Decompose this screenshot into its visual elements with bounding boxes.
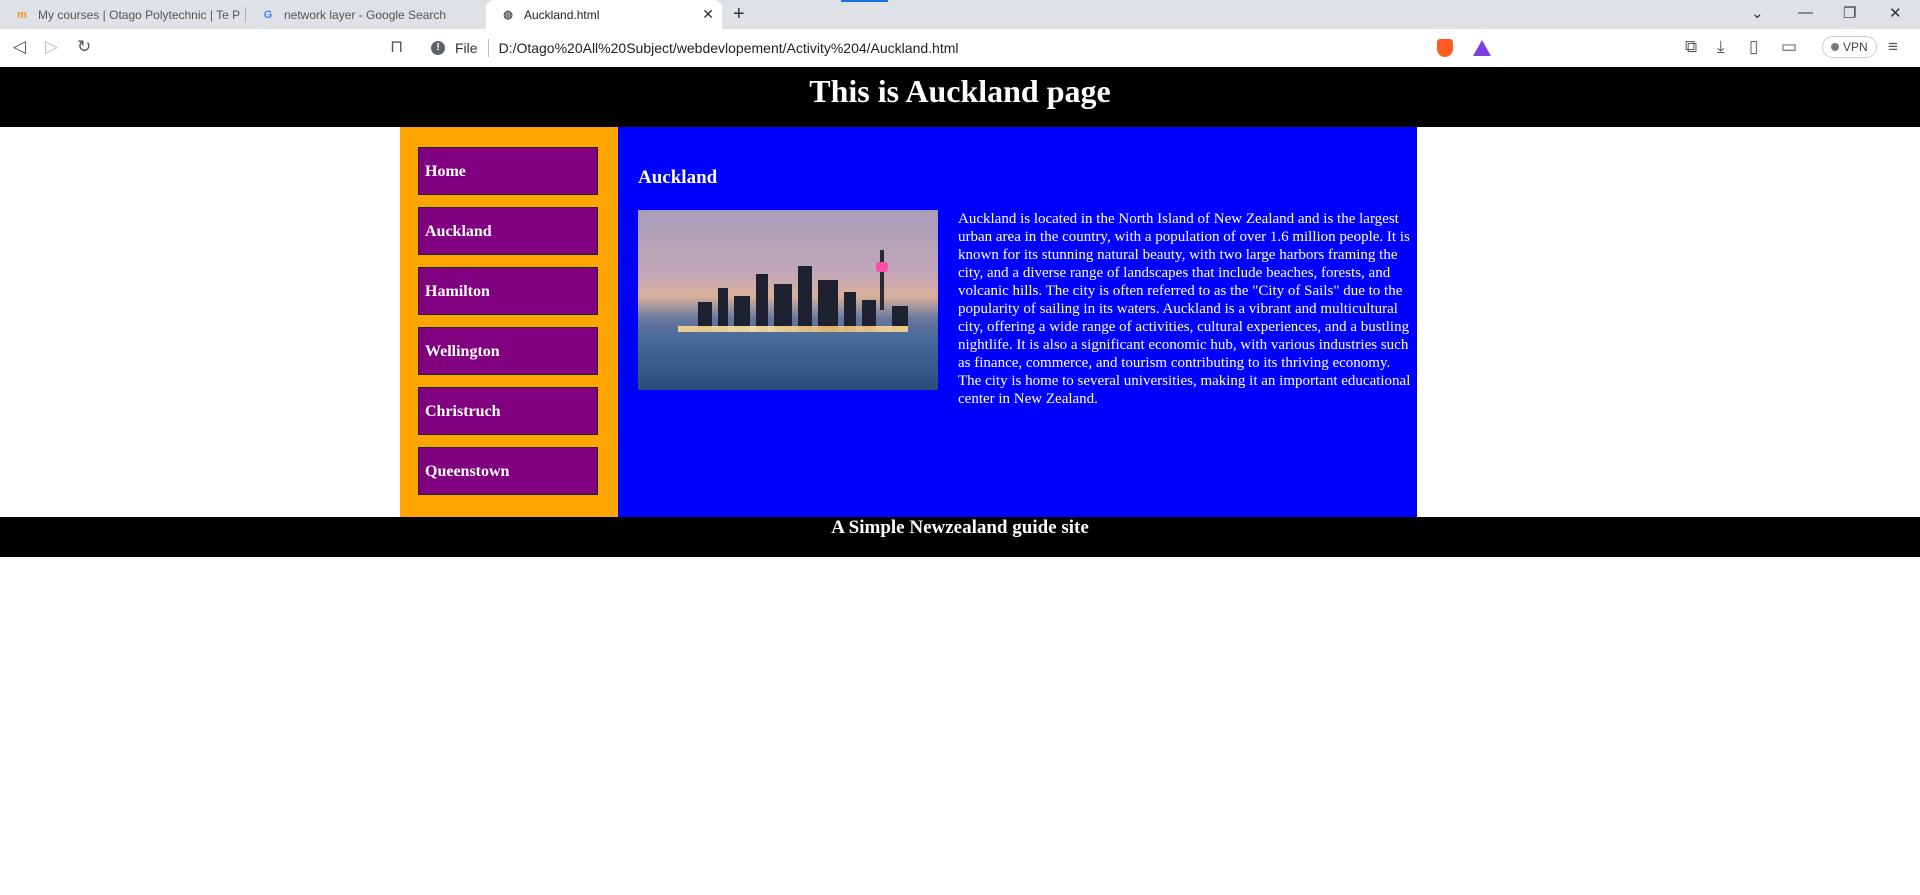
page-title: This is Auckland page xyxy=(809,73,1111,109)
close-window-icon[interactable]: ✕ xyxy=(1889,4,1902,22)
main-content: Auckland Auckland is located in the Nort… xyxy=(618,127,1417,517)
tab-search-chevron-icon[interactable]: ⌄ xyxy=(1751,4,1764,22)
address-bar[interactable]: ! File D:/Otago%20All%20Subject/webdevlo… xyxy=(420,33,1500,63)
extensions-icon[interactable]: ⧉ xyxy=(1685,37,1697,57)
address-url[interactable]: D:/Otago%20All%20Subject/webdevlopement/… xyxy=(499,40,959,56)
moodle-icon: m xyxy=(17,8,27,21)
browser-toolbar: ◁ ▷ ↻ ⊓ ! File D:/Otago%20All%20Subject/… xyxy=(0,29,1920,68)
menu-icon[interactable]: ≡ xyxy=(1888,37,1898,57)
google-icon: G xyxy=(263,8,273,21)
nav-item-queenstown[interactable]: Queenstown xyxy=(418,447,598,495)
tab-auckland[interactable]: ◍ Auckland.html ✕ xyxy=(486,0,722,29)
side-nav: Home Auckland Hamilton Wellington Christ… xyxy=(400,127,618,517)
footer-text: A Simple Newzealand guide site xyxy=(831,517,1089,538)
nav-item-wellington[interactable]: Wellington xyxy=(418,327,598,375)
sidebar-icon[interactable]: ▯ xyxy=(1749,37,1758,57)
content-body: Auckland is located in the North Island … xyxy=(638,210,1417,408)
nav-item-home[interactable]: Home xyxy=(418,147,598,195)
tab-bar: m My courses | Otago Polytechnic | Te P … xyxy=(0,0,1920,29)
close-tab-icon[interactable]: ✕ xyxy=(702,6,714,23)
download-icon[interactable]: ⤓ xyxy=(1717,37,1725,57)
brave-shields-icon[interactable] xyxy=(1437,39,1453,57)
minimize-icon[interactable]: — xyxy=(1798,4,1813,21)
vpn-status-icon xyxy=(1831,43,1839,51)
content-paragraph: Auckland is located in the North Island … xyxy=(958,211,1411,407)
page-header: This is Auckland page xyxy=(0,67,1920,127)
content-heading: Auckland xyxy=(638,167,718,188)
nav-item-hamilton[interactable]: Hamilton xyxy=(418,267,598,315)
restore-icon[interactable]: ❐ xyxy=(1843,4,1856,22)
reload-icon[interactable]: ↻ xyxy=(77,37,91,57)
tab-title: My courses | Otago Polytechnic | Te P xyxy=(38,7,241,22)
tab-title: network layer - Google Search xyxy=(284,7,447,22)
back-icon[interactable]: ◁ xyxy=(13,37,26,57)
bookmark-icon[interactable]: ⊓ xyxy=(390,37,403,57)
auckland-skyline-image xyxy=(638,210,938,390)
tab-google-search[interactable]: G network layer - Google Search xyxy=(246,0,484,29)
tab-otago-courses[interactable]: m My courses | Otago Polytechnic | Te P xyxy=(0,0,245,29)
new-tab-icon[interactable]: + xyxy=(733,3,745,26)
wallet-icon[interactable]: ▭ xyxy=(1781,37,1797,57)
nav-item-christruch[interactable]: Christruch xyxy=(418,387,598,435)
forward-icon[interactable]: ▷ xyxy=(45,37,58,57)
address-separator xyxy=(487,39,489,57)
tab-strip-indicator xyxy=(841,0,888,2)
page-footer: A Simple Newzealand guide site xyxy=(0,517,1920,557)
vpn-label: VPN xyxy=(1843,40,1868,54)
info-icon[interactable]: ! xyxy=(431,41,445,55)
brave-rewards-icon[interactable] xyxy=(1473,40,1491,56)
globe-icon: ◍ xyxy=(503,9,513,21)
vpn-button[interactable]: VPN xyxy=(1822,36,1877,58)
nav-item-auckland[interactable]: Auckland xyxy=(418,207,598,255)
tab-title: Auckland.html xyxy=(524,7,600,22)
address-scheme-label: File xyxy=(455,40,478,56)
